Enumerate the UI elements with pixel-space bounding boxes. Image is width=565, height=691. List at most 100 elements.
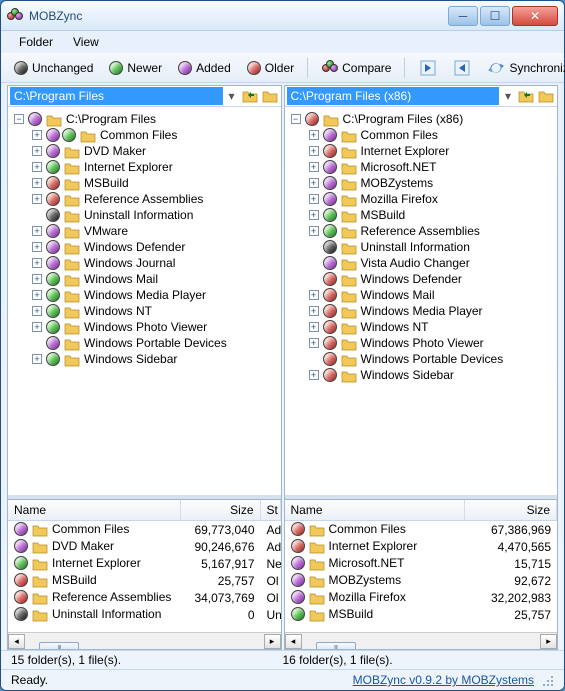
tree-item[interactable]: Windows Portable Devices: [8, 335, 281, 351]
list-item[interactable]: DVD Maker90,246,676Ad: [8, 538, 281, 555]
expander-icon[interactable]: +: [32, 178, 42, 188]
scroll-left-icon[interactable]: ◂: [285, 634, 302, 649]
tree-item[interactable]: +MSBuild: [285, 207, 558, 223]
menu-view[interactable]: View: [65, 33, 107, 51]
tree-item[interactable]: Vista Audio Changer: [285, 255, 558, 271]
tree-item[interactable]: +Common Files: [285, 127, 558, 143]
list-item[interactable]: Common Files69,773,040Ad: [8, 521, 281, 538]
compare-button[interactable]: Compare: [315, 57, 398, 79]
expander-icon[interactable]: +: [309, 130, 319, 140]
list-item[interactable]: MSBuild25,757: [285, 606, 558, 623]
tree-item[interactable]: +Windows Media Player: [285, 303, 558, 319]
status-link[interactable]: MOBZync v0.9.2 by MOBZystems: [353, 673, 534, 687]
scroll-left-icon[interactable]: ◂: [8, 634, 25, 649]
resize-grip-icon[interactable]: [540, 673, 554, 687]
tree-item[interactable]: +Reference Assemblies: [8, 191, 281, 207]
right-tree[interactable]: −C:\Program Files (x86)+Common Files+Int…: [285, 107, 558, 495]
expander-icon[interactable]: +: [309, 322, 319, 332]
left-hscroll[interactable]: ◂ ||| ▸: [8, 632, 281, 649]
list-item[interactable]: Uninstall Information0Un: [8, 606, 281, 623]
scroll-thumb[interactable]: |||: [316, 642, 356, 649]
tree-item[interactable]: +Windows NT: [8, 303, 281, 319]
tree-item[interactable]: +Internet Explorer: [8, 159, 281, 175]
filter-older[interactable]: Older: [240, 58, 301, 78]
right-up-folder-button[interactable]: [517, 87, 535, 105]
left-browse-button[interactable]: [261, 87, 279, 105]
expander-icon[interactable]: +: [309, 370, 319, 380]
expander-icon[interactable]: +: [309, 210, 319, 220]
expander-icon[interactable]: +: [309, 226, 319, 236]
expander-icon[interactable]: +: [32, 130, 42, 140]
tree-item[interactable]: +Reference Assemblies: [285, 223, 558, 239]
tree-item[interactable]: +Windows Sidebar: [8, 351, 281, 367]
copy-left-button[interactable]: [446, 56, 478, 80]
expander-icon[interactable]: +: [32, 226, 42, 236]
left-col-name[interactable]: Name: [8, 500, 181, 520]
filter-added[interactable]: Added: [171, 58, 238, 78]
tree-item[interactable]: Uninstall Information: [8, 207, 281, 223]
tree-item[interactable]: +Windows Photo Viewer: [8, 319, 281, 335]
filter-unchanged[interactable]: Unchanged: [7, 58, 100, 78]
tree-item[interactable]: Windows Portable Devices: [285, 351, 558, 367]
tree-item[interactable]: +VMware: [8, 223, 281, 239]
left-up-folder-button[interactable]: [241, 87, 259, 105]
tree-item[interactable]: +Windows Photo Viewer: [285, 335, 558, 351]
tree-item[interactable]: +MOBZystems: [285, 175, 558, 191]
list-item[interactable]: Common Files67,386,969: [285, 521, 558, 538]
list-item[interactable]: Reference Assemblies34,073,769Ol: [8, 589, 281, 606]
close-button[interactable]: ✕: [512, 6, 558, 26]
expander-icon[interactable]: +: [309, 194, 319, 204]
copy-right-button[interactable]: [412, 56, 444, 80]
right-list[interactable]: Common Files67,386,969Internet Explorer4…: [285, 521, 558, 632]
expander-icon[interactable]: +: [309, 338, 319, 348]
right-hscroll[interactable]: ◂ ||| ▸: [285, 632, 558, 649]
list-item[interactable]: MSBuild25,757Ol: [8, 572, 281, 589]
right-path-input[interactable]: [287, 87, 500, 105]
list-item[interactable]: Internet Explorer4,470,565: [285, 538, 558, 555]
synchronize-button[interactable]: Synchronize: [480, 56, 565, 80]
tree-item[interactable]: +Windows NT: [285, 319, 558, 335]
tree-item[interactable]: +Internet Explorer: [285, 143, 558, 159]
scroll-right-icon[interactable]: ▸: [540, 634, 557, 649]
tree-item[interactable]: +Windows Mail: [8, 271, 281, 287]
left-col-status[interactable]: St: [261, 500, 281, 520]
left-col-size[interactable]: Size: [181, 500, 261, 520]
maximize-button[interactable]: ☐: [480, 6, 510, 26]
tree-item[interactable]: +Windows Sidebar: [285, 367, 558, 383]
list-item[interactable]: Mozilla Firefox32,202,983: [285, 589, 558, 606]
tree-item[interactable]: +MSBuild: [8, 175, 281, 191]
tree-root[interactable]: −C:\Program Files (x86): [285, 111, 558, 127]
list-item[interactable]: MOBZystems92,672: [285, 572, 558, 589]
tree-item[interactable]: +Microsoft.NET: [285, 159, 558, 175]
list-item[interactable]: Internet Explorer5,167,917Ne: [8, 555, 281, 572]
right-path-dropdown-icon[interactable]: ▾: [501, 89, 515, 103]
right-col-name[interactable]: Name: [285, 500, 466, 520]
expander-icon[interactable]: +: [32, 162, 42, 172]
right-browse-button[interactable]: [537, 87, 555, 105]
tree-item[interactable]: +Windows Media Player: [8, 287, 281, 303]
tree-root[interactable]: −C:\Program Files: [8, 111, 281, 127]
right-col-size[interactable]: Size: [465, 500, 557, 520]
tree-item[interactable]: +Windows Defender: [8, 239, 281, 255]
tree-item[interactable]: Windows Defender: [285, 271, 558, 287]
list-item[interactable]: Microsoft.NET15,715: [285, 555, 558, 572]
expander-icon[interactable]: +: [32, 306, 42, 316]
menu-folder[interactable]: Folder: [11, 33, 61, 51]
tree-item[interactable]: Uninstall Information: [285, 239, 558, 255]
expander-icon[interactable]: +: [309, 162, 319, 172]
left-tree[interactable]: −C:\Program Files+Common Files+DVD Maker…: [8, 107, 281, 495]
tree-item[interactable]: +DVD Maker: [8, 143, 281, 159]
expander-icon[interactable]: +: [32, 242, 42, 252]
expander-icon[interactable]: +: [309, 178, 319, 188]
scroll-thumb[interactable]: |||: [39, 642, 79, 649]
expander-icon[interactable]: +: [32, 290, 42, 300]
tree-item[interactable]: +Windows Mail: [285, 287, 558, 303]
minimize-button[interactable]: ─: [448, 6, 478, 26]
expander-icon[interactable]: +: [309, 290, 319, 300]
expander-icon[interactable]: +: [32, 274, 42, 284]
left-path-input[interactable]: [10, 87, 223, 105]
expander-icon[interactable]: +: [32, 322, 42, 332]
scroll-right-icon[interactable]: ▸: [264, 634, 281, 649]
left-path-dropdown-icon[interactable]: ▾: [225, 89, 239, 103]
expander-icon[interactable]: −: [291, 114, 301, 124]
